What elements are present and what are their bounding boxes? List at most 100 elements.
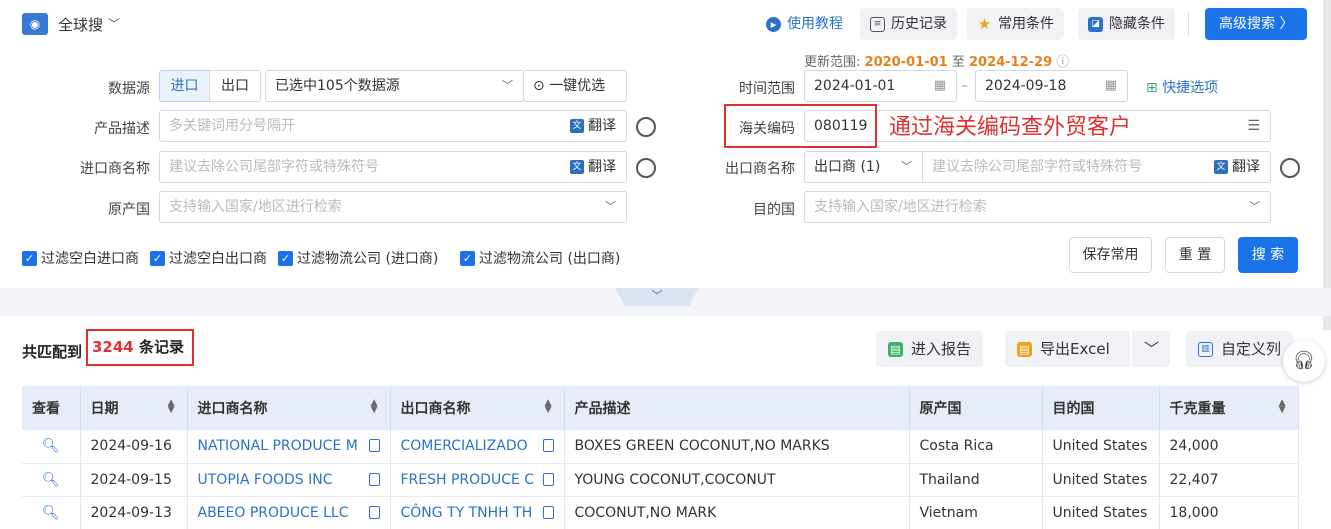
importer-input[interactable]: 建议去除公司尾部字符或特殊符号 文翻译	[159, 151, 627, 183]
filter-logistics-exporter[interactable]: ✓ 过滤物流公司 (出口商)	[460, 248, 620, 268]
cell-importer[interactable]: ABEEO PRODUCE LLC	[187, 496, 391, 529]
copy-icon[interactable]	[368, 505, 380, 519]
results-count-number: 3244	[92, 338, 134, 356]
view-search-icon[interactable]: 🔍︎	[22, 430, 81, 464]
tutorial-button[interactable]: ▸ 使用教程	[756, 8, 853, 40]
translate-button[interactable]: 文翻译	[570, 111, 616, 141]
sort-icon[interactable]: ▲ ▼	[1279, 399, 1286, 415]
export-excel-button[interactable]: ▤ 导出Excel	[1005, 331, 1130, 367]
exporter-type-select[interactable]: 出口商 (1) ﹀	[804, 151, 923, 183]
date-start-value: 2024-01-01	[814, 78, 896, 94]
column-header-weight[interactable]: 千克重量 ▲ ▼	[1159, 386, 1299, 430]
exporter-input[interactable]: 建议去除公司尾部字符或特殊符号 文翻译	[922, 151, 1271, 183]
copy-icon[interactable]	[368, 472, 380, 486]
tutorial-icon: ▸	[766, 16, 781, 32]
cell-destination: United States	[1042, 463, 1160, 497]
headset-icon[interactable]: 🎧︎	[1283, 340, 1325, 382]
exporter-link[interactable]: FRESH PRODUCE C	[401, 472, 535, 488]
column-header-date[interactable]: 日期 ▲ ▼	[80, 386, 188, 430]
copy-icon[interactable]	[542, 505, 554, 519]
product-placeholder: 多关键词用分号隔开	[169, 118, 295, 134]
cell-origin: Vietnam	[909, 496, 1043, 529]
ai-icon[interactable]	[636, 158, 656, 178]
quick-options-link[interactable]: ⊞ 快捷选项	[1146, 77, 1218, 97]
hs-code-highlight	[724, 104, 877, 148]
cell-importer[interactable]: UTOPIA FOODS INC	[187, 463, 391, 497]
importer-link[interactable]: NATIONAL PRODUCE M	[198, 438, 358, 454]
column-header-importer[interactable]: 进口商名称 ▲ ▼	[187, 386, 391, 430]
results-table: 查看 日期 ▲ ▼ 进口商名称 ▲ ▼ 出口商名称 ▲ ▼ 产品描述 原产国 目的国 千克重…	[22, 386, 1299, 529]
column-header-view: 查看	[22, 386, 81, 430]
view-search-icon[interactable]: 🔍︎	[22, 463, 81, 497]
grid-icon: ⊞	[1146, 80, 1158, 96]
ai-icon[interactable]	[1280, 158, 1300, 178]
view-search-icon[interactable]: 🔍︎	[22, 496, 81, 529]
sort-icon[interactable]: ▲ ▼	[168, 399, 175, 415]
save-common-button[interactable]: 保存常用	[1069, 237, 1152, 273]
exporter-link[interactable]: CÔNG TY TNHH TH	[401, 505, 533, 521]
update-range-mid: 至	[951, 55, 965, 70]
chevron-down-icon: ﹀	[502, 79, 513, 92]
datasource-select[interactable]: 已选中105个数据源 ﹀	[265, 70, 524, 102]
tab-import[interactable]: 进口	[159, 70, 210, 102]
history-button[interactable]: ≡ 历史记录	[860, 8, 957, 40]
cell-weight: 18,000	[1159, 496, 1299, 529]
filter-blank-exporter[interactable]: ✓ 过滤空白出口商	[150, 248, 267, 268]
hide-conditions-button[interactable]: ◪ 隐藏条件	[1078, 8, 1175, 40]
exporter-placeholder: 建议去除公司尾部字符或特殊符号	[932, 159, 1142, 175]
scrollbar[interactable]	[1323, 0, 1331, 330]
destination-select[interactable]: 支持输入国家/地区进行检索 ﹀	[804, 191, 1271, 223]
filter-label: 过滤空白进口商	[41, 251, 139, 267]
list-icon[interactable]: ☰	[1247, 111, 1260, 141]
tutorial-label: 使用教程	[787, 16, 843, 32]
cell-weight: 22,407	[1159, 463, 1299, 497]
importer-link[interactable]: ABEEO PRODUCE LLC	[198, 505, 349, 521]
calendar-icon: ▦	[933, 78, 946, 93]
checkbox-icon[interactable]: ✓	[150, 250, 165, 266]
importer-link[interactable]: UTOPIA FOODS INC	[198, 472, 333, 488]
cell-exporter[interactable]: CÔNG TY TNHH TH	[390, 496, 565, 529]
checkbox-icon[interactable]: ✓	[460, 250, 475, 266]
common-conditions-button[interactable]: ★ 常用条件	[967, 8, 1064, 40]
collapse-toggle[interactable]: ﹀	[615, 288, 699, 306]
sort-icon[interactable]: ▲ ▼	[371, 399, 378, 415]
one-click-optimize-button[interactable]: ⊙ 一键优选	[523, 70, 627, 102]
report-icon: ▤	[888, 341, 903, 357]
sort-icon[interactable]: ▲ ▼	[545, 399, 552, 415]
export-menu-button[interactable]: ﹀	[1132, 331, 1170, 367]
translate-button[interactable]: 文翻译	[570, 152, 616, 182]
date-start-input[interactable]: 2024-01-01 ▦	[804, 70, 957, 102]
advanced-search-button[interactable]: 高级搜索 〉	[1205, 8, 1308, 40]
ai-icon[interactable]	[636, 117, 656, 137]
update-range-end: 2024-12-29	[968, 55, 1053, 70]
cell-exporter[interactable]: COMERCIALIZADO	[390, 430, 565, 464]
translate-label: 翻译	[588, 159, 616, 175]
translate-button[interactable]: 文翻译	[1214, 152, 1260, 182]
checkbox-icon[interactable]: ✓	[278, 250, 293, 266]
cell-exporter[interactable]: FRESH PRODUCE C	[390, 463, 565, 497]
custom-columns-button[interactable]: ▥ 自定义列	[1186, 331, 1294, 367]
product-input[interactable]: 多关键词用分号隔开 文翻译	[159, 110, 627, 142]
help-icon[interactable]: ⓘ	[1056, 55, 1069, 70]
checkbox-icon[interactable]: ✓	[22, 250, 37, 266]
chevron-down-icon[interactable]: ﹀	[108, 15, 120, 32]
cell-importer[interactable]: NATIONAL PRODUCE M	[187, 430, 391, 464]
enter-report-button[interactable]: ▤ 进入报告	[876, 331, 984, 367]
filter-blank-importer[interactable]: ✓ 过滤空白进口商	[22, 248, 139, 268]
update-range-start: 2020-01-01	[864, 55, 948, 70]
exporter-link[interactable]: COMERCIALIZADO	[401, 438, 528, 454]
origin-select[interactable]: 支持输入国家/地区进行检索 ﹀	[159, 191, 627, 223]
cell-weight: 24,000	[1159, 430, 1299, 464]
columns-icon: ▥	[1198, 341, 1213, 357]
tab-export[interactable]: 出口	[209, 70, 261, 102]
reset-button[interactable]: 重 置	[1165, 237, 1225, 273]
scope-selector-label[interactable]: 全球搜	[58, 14, 103, 35]
importer-placeholder: 建议去除公司尾部字符或特殊符号	[169, 159, 379, 175]
filter-logistics-importer[interactable]: ✓ 过滤物流公司 (进口商)	[278, 248, 438, 268]
copy-icon[interactable]	[368, 439, 380, 452]
column-header-exporter[interactable]: 出口商名称 ▲ ▼	[390, 386, 565, 430]
copy-icon[interactable]	[542, 439, 554, 452]
search-button[interactable]: 搜 索	[1238, 237, 1298, 273]
date-end-input[interactable]: 2024-09-18 ▦	[975, 70, 1128, 102]
copy-icon[interactable]	[542, 472, 554, 486]
